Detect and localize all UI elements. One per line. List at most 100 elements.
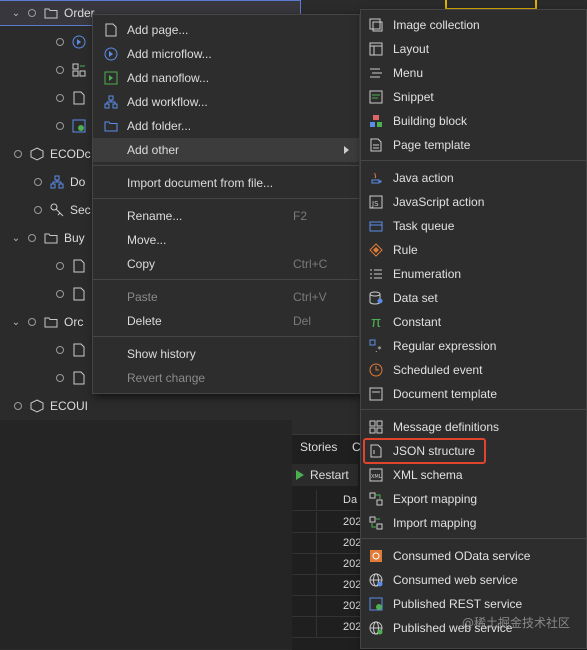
status-dot <box>56 290 64 298</box>
table-row[interactable]: 202 <box>292 617 362 638</box>
tree-item[interactable] <box>0 338 92 362</box>
page-icon <box>103 22 119 38</box>
grid-cell: 202 <box>343 621 362 633</box>
menu-item-label: Revert change <box>127 371 206 385</box>
menu-item-revert-change[interactable]: Revert change <box>93 366 359 390</box>
tree-item-security[interactable]: Sec <box>0 198 91 222</box>
published-web-service-icon <box>368 620 384 636</box>
tree-item[interactable] <box>0 254 92 278</box>
tree-item-domain[interactable]: Do <box>0 170 85 194</box>
submenu-add-other: Image collection Layout Menu Snippet Bui… <box>360 9 587 649</box>
menu-item-label: Scheduled event <box>393 363 483 377</box>
tree-item[interactable] <box>0 30 92 54</box>
menu-divider <box>93 165 359 166</box>
menu-item-label: Message definitions <box>393 420 500 434</box>
menu-item-label: Enumeration <box>393 267 462 281</box>
menu-item-move[interactable]: Move... <box>93 228 359 252</box>
tree-item-module[interactable]: ECOUI <box>0 394 88 418</box>
menu-item-label: XML schema <box>393 468 463 482</box>
menu-item-java-action[interactable]: Java action <box>361 166 587 190</box>
menu-item-label: Published REST service <box>393 597 523 611</box>
menu-item-javascript-action[interactable]: JS JavaScript action <box>361 190 587 214</box>
menu-item-rule[interactable]: Rule <box>361 238 587 262</box>
menu-item-regular-expression[interactable]: .* Regular expression <box>361 334 587 358</box>
menu-item-snippet[interactable]: Snippet <box>361 85 587 109</box>
tree-item[interactable] <box>0 282 92 306</box>
menu-item-label: Constant <box>393 315 442 329</box>
menu-item-label: Copy <box>127 257 156 271</box>
menu-item-layout[interactable]: Layout <box>361 37 587 61</box>
document-icon <box>72 259 86 273</box>
menu-item-add-nanoflow[interactable]: Add nanoflow... <box>93 66 359 90</box>
menu-item-menu[interactable]: Menu <box>361 61 587 85</box>
menu-item-add-microflow[interactable]: Add microflow... <box>93 42 359 66</box>
menu-item-published-rest-service[interactable]: Published REST service <box>361 592 587 616</box>
chevron-down-icon[interactable]: ⌄ <box>10 317 22 328</box>
table-row[interactable]: 202 <box>292 554 362 575</box>
table-row[interactable]: 202 <box>292 596 362 617</box>
javascript-action-icon: JS <box>368 194 384 210</box>
menu-item-label: Consumed OData service <box>393 549 531 563</box>
menu-item-add-workflow[interactable]: Add workflow... <box>93 90 359 114</box>
menu-item-label: Consumed web service <box>393 573 518 587</box>
folder-icon <box>103 118 119 134</box>
table-row[interactable]: 202 <box>292 575 362 596</box>
tree-item-folder[interactable]: ⌄ Orc <box>0 310 84 334</box>
menu-item-building-block[interactable]: Building block <box>361 109 587 133</box>
menu-item-rename[interactable]: Rename... F2 <box>93 204 359 228</box>
menu-item-consumed-web-service[interactable]: Consumed web service <box>361 568 587 592</box>
tree-item[interactable] <box>0 114 92 138</box>
menu-item-label: JavaScript action <box>393 195 485 209</box>
restart-button[interactable]: Restart <box>292 464 358 486</box>
grid-header-row: Da <box>292 490 362 511</box>
status-dot <box>56 374 64 382</box>
scheduled-event-icon <box>368 362 384 378</box>
menu-item-label: Import document from file... <box>127 176 274 190</box>
tree-item[interactable] <box>0 366 92 390</box>
tree-item-label: Do <box>70 175 86 189</box>
status-dot <box>34 178 42 186</box>
chevron-down-icon[interactable]: ⌄ <box>10 233 22 244</box>
tree-item-folder[interactable]: ⌄ Buy <box>0 226 85 250</box>
menu-item-task-queue[interactable]: Task queue <box>361 214 587 238</box>
table-row[interactable]: 202 <box>292 533 362 554</box>
tree-item-module[interactable]: ECODc <box>0 142 91 166</box>
tree-item[interactable] <box>0 58 92 82</box>
tab-stories[interactable]: Stories <box>300 440 337 454</box>
menu-item-message-definitions[interactable]: Message definitions <box>361 415 587 439</box>
menu-item-label: Export mapping <box>393 492 478 506</box>
menu-item-add-folder[interactable]: Add folder... <box>93 114 359 138</box>
menu-item-import-mapping[interactable]: Import mapping <box>361 511 587 535</box>
menu-item-scheduled-event[interactable]: Scheduled event <box>361 358 587 382</box>
menu-item-show-history[interactable]: Show history <box>93 342 359 366</box>
menu-item-export-mapping[interactable]: Export mapping <box>361 487 587 511</box>
menu-item-import-document[interactable]: Import document from file... <box>93 171 359 195</box>
menu-item-data-set[interactable]: Data set <box>361 286 587 310</box>
status-dot <box>28 318 36 326</box>
highlight-box <box>363 438 486 464</box>
menu-item-label: Import mapping <box>393 516 477 530</box>
menu-item-xml-schema[interactable]: XML XML schema <box>361 463 587 487</box>
menu-item-add-other[interactable]: Add other <box>93 138 359 162</box>
export-mapping-icon <box>368 491 384 507</box>
menu-item-image-collection[interactable]: Image collection <box>361 13 587 37</box>
menu-item-constant[interactable]: π Constant <box>361 310 587 334</box>
menu-item-enumeration[interactable]: Enumeration <box>361 262 587 286</box>
menu-item-shortcut: F2 <box>293 209 308 223</box>
chevron-down-icon[interactable]: ⌄ <box>10 8 22 19</box>
grid-cell: 202 <box>343 579 362 591</box>
module-icon <box>30 399 44 413</box>
menu-item-add-page[interactable]: Add page... <box>93 18 359 42</box>
table-row[interactable]: 202 <box>292 512 362 533</box>
menu-item-consumed-odata-service[interactable]: Consumed OData service <box>361 544 587 568</box>
data-set-icon <box>368 290 384 306</box>
document-icon <box>72 91 86 105</box>
menu-item-copy[interactable]: Copy Ctrl+C <box>93 252 359 276</box>
menu-item-delete[interactable]: Delete Del <box>93 309 359 333</box>
menu-item-paste[interactable]: Paste Ctrl+V <box>93 285 359 309</box>
microflow-icon <box>72 35 86 49</box>
microflow-icon <box>103 46 119 62</box>
menu-item-page-template[interactable]: Page template <box>361 133 587 157</box>
tree-item[interactable] <box>0 86 92 110</box>
menu-item-document-template[interactable]: Document template <box>361 382 587 406</box>
